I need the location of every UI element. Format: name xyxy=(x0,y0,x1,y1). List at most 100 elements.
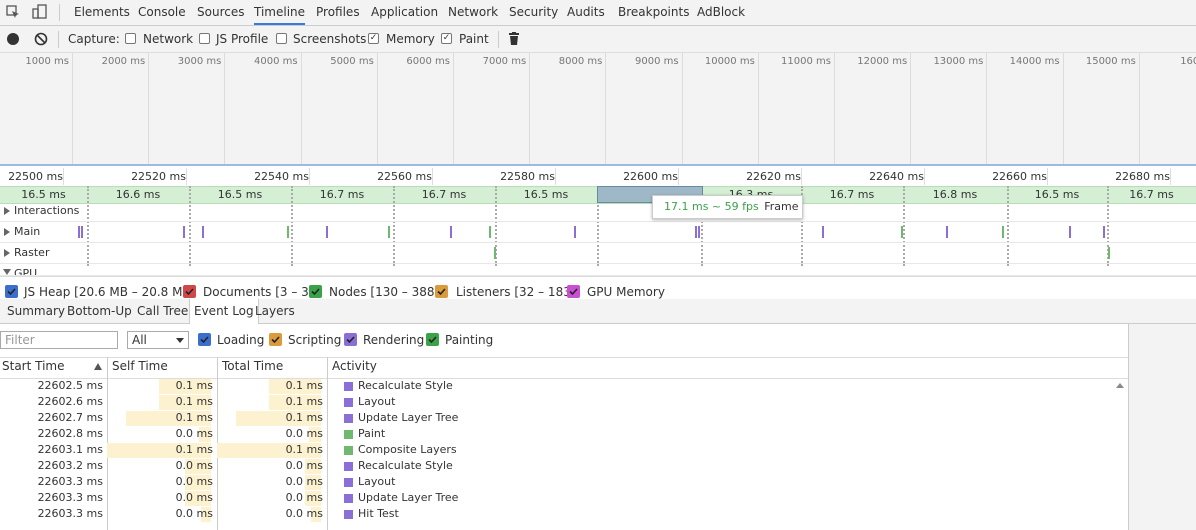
overview-tick-label: 15000 ms xyxy=(1085,56,1136,67)
main-event-mark[interactable] xyxy=(489,226,491,238)
activity-cell[interactable]: Recalculate Style xyxy=(358,379,453,392)
main-event-mark[interactable] xyxy=(450,226,452,238)
record-icon[interactable] xyxy=(7,33,19,45)
main-event-mark[interactable] xyxy=(287,226,289,238)
expand-triangle-icon[interactable] xyxy=(4,207,10,215)
tab-application[interactable]: Application xyxy=(371,0,438,25)
main-event-mark[interactable] xyxy=(202,226,204,238)
activity-cell[interactable]: Layout xyxy=(358,475,395,488)
frame-duration[interactable]: 16.7 ms xyxy=(1107,187,1196,202)
activity-cell[interactable]: Hit Test xyxy=(358,507,399,520)
track-gpu[interactable]: GPU xyxy=(0,264,1196,276)
category-swatch xyxy=(344,462,353,471)
category-swatch xyxy=(344,478,353,487)
nodes-checkbox[interactable] xyxy=(309,285,322,298)
column-self-time[interactable]: Self Time xyxy=(112,359,168,373)
js-heap-checkbox[interactable] xyxy=(5,285,18,298)
network-checkbox[interactable] xyxy=(125,33,136,44)
listeners-checkbox[interactable] xyxy=(435,285,448,298)
tab-bottom-up[interactable]: Bottom-Up xyxy=(67,299,132,323)
main-event-mark[interactable] xyxy=(574,226,576,238)
main-event-mark[interactable] xyxy=(1103,226,1105,238)
js-profile-checkbox[interactable] xyxy=(199,33,210,44)
activity-cell[interactable]: Update Layer Tree xyxy=(358,491,458,504)
inspect-element-icon[interactable] xyxy=(6,5,20,19)
tab-profiles[interactable]: Profiles xyxy=(316,0,360,25)
activity-cell[interactable]: Composite Layers xyxy=(358,443,457,456)
frame-duration[interactable]: 16.5 ms xyxy=(495,187,597,202)
tab-call-tree[interactable]: Call Tree xyxy=(137,299,188,323)
frame-duration[interactable]: 16.7 ms xyxy=(291,187,393,202)
main-event-mark[interactable] xyxy=(183,226,185,238)
main-event-mark[interactable] xyxy=(901,226,903,238)
frame-duration[interactable]: 16.8 ms xyxy=(903,187,1007,202)
frame-duration[interactable]: 16.7 ms xyxy=(801,187,903,202)
tab-elements[interactable]: Elements xyxy=(74,0,130,25)
column-total-time[interactable]: Total Time xyxy=(222,359,283,373)
raster-event-mark[interactable] xyxy=(494,247,496,259)
tab-security[interactable]: Security xyxy=(509,0,558,25)
track-interactions[interactable]: Interactions xyxy=(0,203,1196,222)
tab-layers[interactable]: Layers xyxy=(255,299,295,323)
activity-cell[interactable]: Update Layer Tree xyxy=(358,411,458,424)
rendering-checkbox[interactable] xyxy=(344,333,357,346)
main-event-mark[interactable] xyxy=(326,226,328,238)
memory-checkbox[interactable]: ✓ xyxy=(368,33,379,44)
main-event-mark[interactable] xyxy=(388,226,390,238)
scroll-up-icon[interactable] xyxy=(1116,383,1124,388)
collapse-triangle-icon[interactable] xyxy=(3,269,11,275)
duration-select[interactable]: All xyxy=(127,331,189,349)
activity-cell[interactable]: Paint xyxy=(358,427,385,440)
frame-duration[interactable]: 16.7 ms xyxy=(393,187,495,202)
tab-breakpoints[interactable]: Breakpoints xyxy=(618,0,689,25)
main-event-mark[interactable] xyxy=(698,226,700,238)
main-event-mark[interactable] xyxy=(1069,226,1071,238)
tab-console[interactable]: Console xyxy=(138,0,186,25)
raster-event-mark[interactable] xyxy=(1108,247,1110,259)
clear-icon[interactable] xyxy=(34,32,48,46)
tab-event-log[interactable]: Event Log xyxy=(189,299,259,324)
screenshots-checkbox[interactable] xyxy=(276,33,287,44)
loading-checkbox[interactable] xyxy=(198,333,211,346)
main-event-mark[interactable] xyxy=(78,226,80,238)
track-label: Interactions xyxy=(14,204,80,217)
documents-checkbox[interactable] xyxy=(183,285,196,298)
tab-audits[interactable]: Audits xyxy=(567,0,605,25)
expand-triangle-icon[interactable] xyxy=(4,228,10,236)
overview-gridline xyxy=(986,53,988,165)
activity-cell[interactable]: Recalculate Style xyxy=(358,459,453,472)
column-start-time[interactable]: Start Time xyxy=(2,359,65,373)
trash-icon[interactable] xyxy=(508,32,520,46)
track-raster[interactable]: Raster xyxy=(0,243,1196,264)
expand-triangle-icon[interactable] xyxy=(4,249,10,257)
tab-timeline[interactable]: Timeline xyxy=(254,0,306,25)
frame-duration[interactable]: 16.5 ms xyxy=(0,187,87,202)
self-time-cell: 0.0 ms xyxy=(175,491,213,504)
filter-input[interactable]: Filter xyxy=(0,331,118,349)
frame-duration[interactable]: 16.6 ms xyxy=(87,187,189,202)
main-event-mark[interactable] xyxy=(946,226,948,238)
tab-summary[interactable]: Summary xyxy=(7,299,65,323)
frame-duration[interactable]: 16.5 ms xyxy=(1007,187,1107,202)
scripting-checkbox[interactable] xyxy=(269,333,282,346)
main-event-mark[interactable] xyxy=(81,226,83,238)
gpu-memory-checkbox[interactable] xyxy=(567,285,580,298)
track-main[interactable]: Main xyxy=(0,222,1196,243)
main-event-mark[interactable] xyxy=(822,226,824,238)
tab-network[interactable]: Network xyxy=(448,0,498,25)
main-event-mark[interactable] xyxy=(1002,226,1004,238)
chevron-down-icon xyxy=(176,338,184,343)
frame-duration[interactable]: 16.5 ms xyxy=(189,187,291,202)
activity-cell[interactable]: Layout xyxy=(358,395,395,408)
column-activity[interactable]: Activity xyxy=(332,359,377,373)
paint-checkbox[interactable]: ✓ xyxy=(441,33,452,44)
painting-checkbox[interactable] xyxy=(426,333,439,346)
total-time-cell: 0.0 ms xyxy=(285,475,323,488)
column-divider[interactable] xyxy=(327,357,328,530)
table-scrollbar[interactable] xyxy=(1113,377,1128,530)
tab-sources[interactable]: Sources xyxy=(197,0,244,25)
device-toolbar-icon[interactable] xyxy=(32,4,48,20)
main-event-mark[interactable] xyxy=(695,226,697,238)
tab-adblock[interactable]: AdBlock xyxy=(697,0,745,25)
timeline-overview[interactable] xyxy=(0,53,1196,165)
